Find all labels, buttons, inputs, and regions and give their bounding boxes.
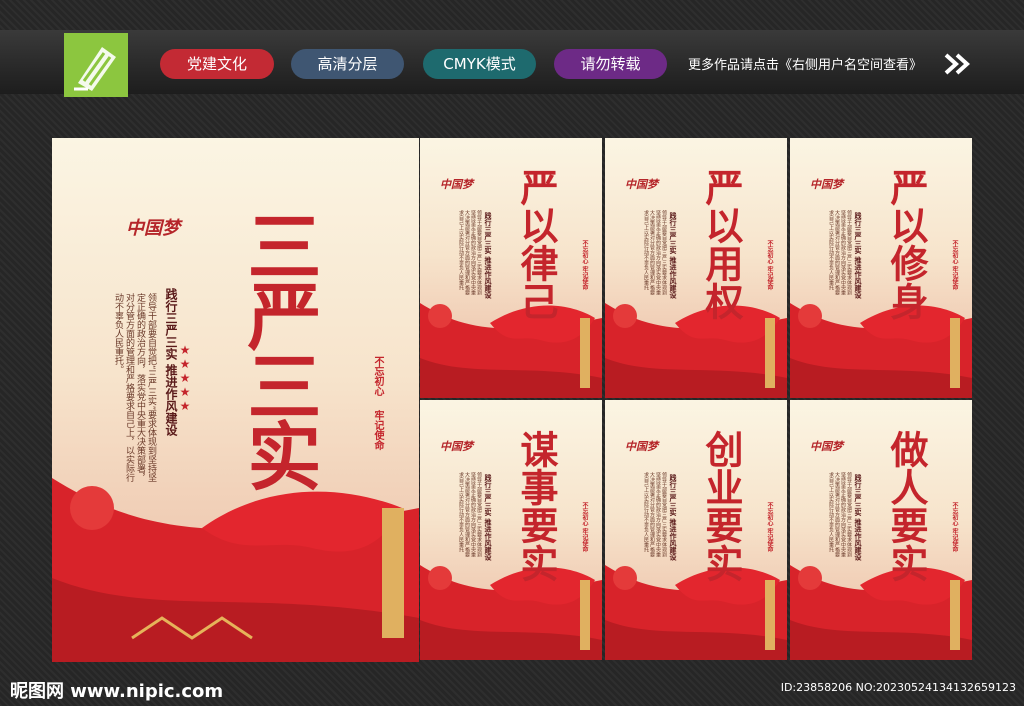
poster-slogan: 践行三严三实 推进作风建设 xyxy=(164,288,178,437)
tag-cmyk[interactable]: CMYK模式 xyxy=(423,49,536,79)
poster-title: 三严三实 xyxy=(235,208,321,488)
small-poster: 中国梦 做人要实 践行三严三实 推进作风建设 领导干部要自觉把三严三实要求体现到… xyxy=(790,400,972,660)
small-poster-body: 领导干部要自觉把三严三实要求体现到坚持坚定正确的政治方向落实党中央重大决策部署对… xyxy=(828,472,852,557)
motto-b: 牢记使命 xyxy=(372,410,383,450)
small-poster: 中国梦 严以修身 践行三严三实 推进作风建设 领导干部要自觉把三严三实要求体现到… xyxy=(790,138,972,398)
china-dream-mark: 中国梦 xyxy=(625,440,658,453)
poster-body-text: 领导干部要自觉把“三严三实”要求体现到坚持坚定正确的政治方向，落实党中央重大决策… xyxy=(113,293,156,483)
red-flag-graphic xyxy=(790,303,972,398)
small-poster-slogan: 践行三严三实 推进作风建设 xyxy=(669,212,677,299)
red-flag-graphic xyxy=(605,565,787,660)
small-poster: 中国梦 严以用权 践行三严三实 推进作风建设 领导干部要自觉把三严三实要求体现到… xyxy=(605,138,787,398)
small-poster-title: 严以修身 xyxy=(884,168,929,320)
main-poster: 中国梦 三严三实 践行三严三实 推进作风建设 领导干部要自觉把“三严三实”要求体… xyxy=(52,138,419,662)
small-poster-slogan: 践行三严三实 推进作风建设 xyxy=(854,212,862,299)
small-poster-body: 领导干部要自觉把三严三实要求体现到坚持坚定正确的政治方向落实党中央重大决策部署对… xyxy=(643,472,667,557)
china-dream-mark: 中国梦 xyxy=(810,440,843,453)
brand-logo xyxy=(64,33,128,97)
china-dream-mark: 中国梦 xyxy=(625,178,658,191)
small-poster-body: 领导干部要自觉把三严三实要求体现到坚持坚定正确的政治方向落实党中央重大决策部署对… xyxy=(828,210,852,295)
small-poster-motto: 不忘初心 牢记使命 xyxy=(951,240,958,291)
small-poster-motto: 不忘初心 牢记使命 xyxy=(766,240,773,291)
small-poster-slogan: 践行三严三实 推进作风建设 xyxy=(484,212,492,299)
small-poster-title: 严以用权 xyxy=(699,168,744,320)
small-poster-motto: 不忘初心 牢记使命 xyxy=(766,502,773,553)
small-poster-motto: 不忘初心 牢记使命 xyxy=(581,502,588,553)
small-poster-title: 严以律己 xyxy=(514,168,559,320)
china-dream-mark: 中国梦 xyxy=(126,218,180,239)
small-poster-title: 谋事要实 xyxy=(514,430,559,582)
red-flag-graphic xyxy=(52,478,419,662)
small-poster-body: 领导干部要自觉把三严三实要求体现到坚持坚定正确的政治方向落实党中央重大决策部署对… xyxy=(458,472,482,557)
small-poster-slogan: 践行三严三实 推进作风建设 xyxy=(484,474,492,561)
small-poster-body: 领导干部要自觉把三严三实要求体现到坚持坚定正确的政治方向落实党中央重大决策部署对… xyxy=(643,210,667,295)
tag-party-culture[interactable]: 党建文化 xyxy=(160,49,274,79)
more-works-link[interactable]: 更多作品请点击《右侧用户名空间查看》 xyxy=(688,54,922,73)
small-poster-body: 领导干部要自觉把三严三实要求体现到坚持坚定正确的政治方向落实党中央重大决策部署对… xyxy=(458,210,482,295)
site-watermark: 昵图网 www.nipic.com xyxy=(10,681,224,702)
red-flag-graphic xyxy=(420,565,602,660)
small-poster: 中国梦 谋事要实 践行三严三实 推进作风建设 领导干部要自觉把三严三实要求体现到… xyxy=(420,400,602,660)
small-poster: 中国梦 创业要实 践行三严三实 推进作风建设 领导干部要自觉把三严三实要求体现到… xyxy=(605,400,787,660)
red-flag-graphic xyxy=(790,565,972,660)
china-dream-mark: 中国梦 xyxy=(810,178,843,191)
motto-a: 不忘初心 xyxy=(372,356,383,396)
china-dream-mark: 中国梦 xyxy=(440,178,473,191)
small-poster-motto: 不忘初心 牢记使命 xyxy=(581,240,588,291)
tag-hd-layers[interactable]: 高清分层 xyxy=(291,49,404,79)
small-poster: 中国梦 严以律己 践行三严三实 推进作风建设 领导干部要自觉把三严三实要求体现到… xyxy=(420,138,602,398)
small-poster-motto: 不忘初心 牢记使命 xyxy=(951,502,958,553)
tag-no-repost[interactable]: 请勿转载 xyxy=(554,49,667,79)
image-id: ID:23858206 NO:20230524134132659123 xyxy=(780,681,1016,694)
small-poster-title: 创业要实 xyxy=(699,430,744,582)
small-poster-slogan: 践行三严三实 推进作风建设 xyxy=(669,474,677,561)
red-flag-graphic xyxy=(420,303,602,398)
red-flag-graphic xyxy=(605,303,787,398)
china-dream-mark: 中国梦 xyxy=(440,440,473,453)
double-chevron-right-icon[interactable] xyxy=(944,52,970,76)
small-poster-title: 做人要实 xyxy=(884,430,929,582)
stars-decoration: ★★★★★ xyxy=(178,343,192,413)
small-poster-slogan: 践行三严三实 推进作风建设 xyxy=(854,474,862,561)
